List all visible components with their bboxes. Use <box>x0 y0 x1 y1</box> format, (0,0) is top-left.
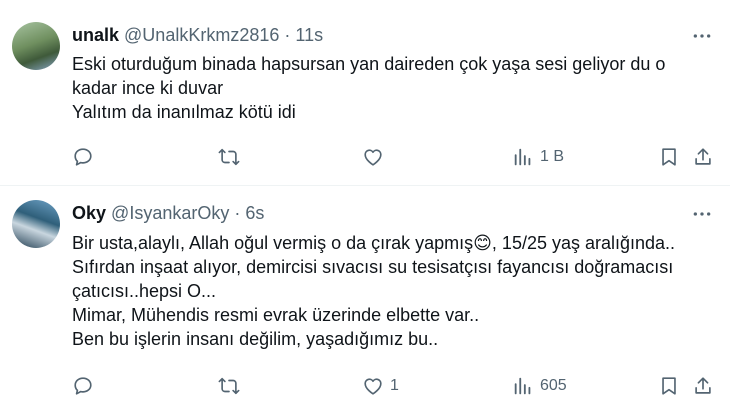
display-name[interactable]: unalk <box>72 25 119 45</box>
reply-icon <box>74 377 92 395</box>
tweet-text-line: kadar ince ki duvar <box>72 78 224 98</box>
views-button[interactable]: 1 B <box>512 146 564 168</box>
share-icon <box>695 377 711 394</box>
view-count: 605 <box>540 377 567 394</box>
views-icon <box>514 377 531 395</box>
tweet-actions: 1 605 <box>72 375 714 399</box>
tweet[interactable]: unalk @UnalkKrkmz2816 · 11s Eski oturduğ… <box>0 0 730 186</box>
share-button[interactable] <box>692 146 714 168</box>
bookmark-icon <box>662 148 676 166</box>
like-button[interactable]: 1 <box>362 375 399 397</box>
tweet-text-line: çatıcısı..hepsi O... <box>72 281 217 301</box>
repost-button[interactable] <box>218 375 246 397</box>
avatar[interactable] <box>12 22 60 70</box>
reply-icon <box>74 148 92 166</box>
separator-dot: · <box>284 25 291 45</box>
views-button[interactable]: 605 <box>512 375 567 397</box>
tweet-text: Bir usta,alaylı, Allah oğul vermiş o da … <box>72 231 714 351</box>
tweet-text-line: Ben bu işlerin insanı değilim, yaşadığım… <box>72 329 439 349</box>
tweet-text: Eski oturduğum binada hapsursan yan dair… <box>72 52 714 124</box>
timestamp[interactable]: 11s <box>295 25 323 45</box>
display-name[interactable]: Oky <box>72 203 106 223</box>
user-handle[interactable]: @UnalkKrkmz2816 <box>124 25 279 45</box>
like-count: 1 <box>390 377 399 394</box>
share-icon <box>695 148 711 165</box>
like-icon <box>364 378 382 395</box>
reply-button[interactable] <box>72 375 100 397</box>
tweet-header: unalk @UnalkKrkmz2816 · 11s <box>72 24 323 46</box>
timestamp[interactable]: 6s <box>245 203 264 223</box>
more-icon[interactable] <box>692 26 712 46</box>
bookmark-button[interactable] <box>658 146 680 168</box>
more-icon[interactable] <box>692 204 712 224</box>
tweet-text-line: Yalıtım da inanılmaz kötü idi <box>72 102 296 122</box>
tweet[interactable]: Oky @IsyankarOky · 6s Bir usta,alaylı, A… <box>0 186 730 420</box>
bookmark-button[interactable] <box>658 375 680 397</box>
like-button[interactable] <box>362 146 390 168</box>
views-icon <box>514 148 531 166</box>
reply-button[interactable] <box>72 146 100 168</box>
repost-button[interactable] <box>218 146 246 168</box>
repost-icon <box>218 377 240 395</box>
tweet-actions: 1 B <box>72 146 714 170</box>
repost-icon <box>218 148 240 166</box>
tweet-text-line: Mimar, Mühendis resmi evrak üzerinde elb… <box>72 305 480 325</box>
tweet-header: Oky @IsyankarOky · 6s <box>72 202 264 224</box>
separator-dot: · <box>234 203 241 223</box>
bookmark-icon <box>662 377 676 395</box>
tweet-text-line: Eski oturduğum binada hapsursan yan dair… <box>72 54 666 74</box>
tweet-text-line: Bir usta,alaylı, Allah oğul vermiş o da … <box>72 233 676 253</box>
user-handle[interactable]: @IsyankarOky <box>111 203 229 223</box>
share-button[interactable] <box>692 375 714 397</box>
tweet-text-line: Sıfırdan inşaat alıyor, demircisi sıvacı… <box>72 257 674 277</box>
view-count: 1 B <box>540 148 565 165</box>
like-icon <box>364 149 382 166</box>
avatar[interactable] <box>12 200 60 248</box>
